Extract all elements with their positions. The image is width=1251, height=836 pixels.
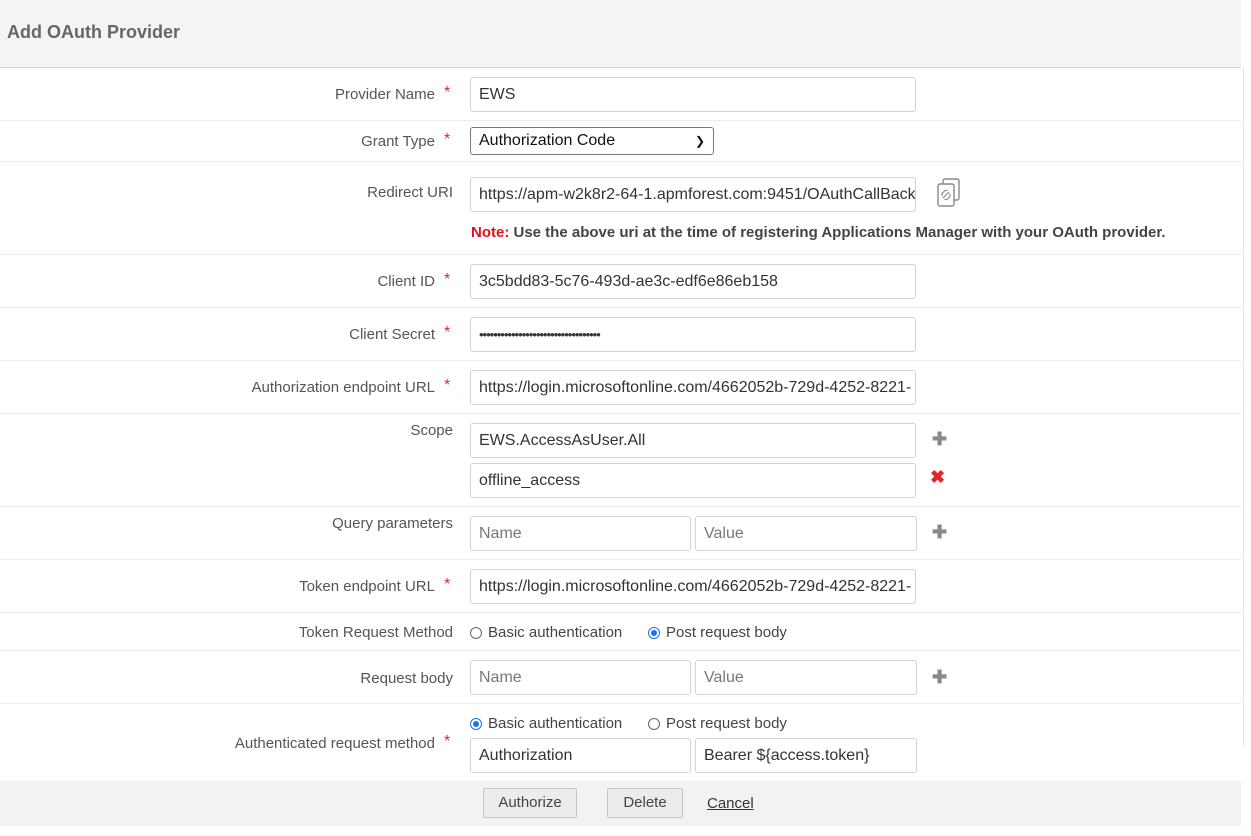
query-params-row: Query parameters Name Value ✚ <box>0 507 1241 560</box>
redirect-uri-row: Redirect URI https://apm-w2k8r2-64-1.apm… <box>0 162 1241 255</box>
client-secret-label: Client Secret <box>349 326 435 343</box>
provider-name-row: Provider Name * EWS <box>0 68 1241 121</box>
query-param-name-input[interactable]: Name <box>470 516 691 551</box>
grant-type-row: Grant Type * Authorization Code ❯ <box>0 121 1241 162</box>
client-secret-row: Client Secret * ••••••••••••••••••••••••… <box>0 308 1241 361</box>
token-endpoint-input[interactable]: https://login.microsoftonline.com/466205… <box>470 569 916 604</box>
request-body-value-input[interactable]: Value <box>695 660 917 695</box>
provider-name-label: Provider Name <box>334 86 435 103</box>
auth-endpoint-label: Authorization endpoint URL <box>251 379 435 396</box>
cancel-link[interactable]: Cancel <box>707 795 754 812</box>
option-label: Post request body <box>666 715 787 732</box>
option-label: Basic authentication <box>488 624 623 641</box>
client-id-input[interactable]: 3c5bdd83-5c76-493d-ae3c-edf6e86eb158 <box>470 264 916 299</box>
client-secret-input[interactable]: •••••••••••••••••••••••••••••••••• <box>470 317 916 352</box>
scope-input-1[interactable]: EWS.AccessAsUser.All <box>470 423 916 458</box>
request-body-row: Request body Name Value ✚ <box>0 651 1241 704</box>
request-body-label: Request body <box>360 670 453 687</box>
token-request-method-label: Token Request Method <box>298 624 453 641</box>
authorize-button[interactable]: Authorize <box>483 788 577 818</box>
token-endpoint-row: Token endpoint URL * https://login.micro… <box>0 560 1241 613</box>
header: Add OAuth Provider <box>0 0 1241 68</box>
grant-type-select[interactable]: Authorization Code ❯ <box>470 127 714 155</box>
auth-method-post-option[interactable]: Post request body <box>648 715 787 732</box>
query-param-value-input[interactable]: Value <box>695 516 917 551</box>
auth-endpoint-row: Authorization endpoint URL * https://log… <box>0 361 1241 414</box>
radio-button-selected[interactable] <box>470 718 482 730</box>
required-marker: * <box>444 576 451 593</box>
x-icon[interactable]: ✖ <box>930 467 945 488</box>
redirect-note: Note: Use the above uri at the time of r… <box>471 224 1166 241</box>
client-id-row: Client ID * 3c5bdd83-5c76-493d-ae3c-edf6… <box>0 255 1241 308</box>
scope-label: Scope <box>410 422 453 439</box>
redirect-uri-label: Redirect URI <box>367 184 453 201</box>
required-marker: * <box>444 84 451 101</box>
required-marker: * <box>444 733 451 750</box>
option-label: Post request body <box>666 624 787 641</box>
request-body-name-input[interactable]: Name <box>470 660 691 695</box>
required-marker: * <box>444 271 451 288</box>
option-label: Basic authentication <box>488 715 623 732</box>
required-marker: * <box>444 131 451 148</box>
scope-input-2[interactable]: offline_access <box>470 463 916 498</box>
auth-method-basic-option[interactable]: Basic authentication <box>470 715 622 732</box>
token-request-method-row: Token Request Method Basic authenticatio… <box>0 613 1241 651</box>
radio-button-selected[interactable] <box>648 627 660 639</box>
authenticated-request-method-label: Authenticated request method <box>234 735 435 752</box>
authenticated-request-method-row: Authenticated request method * Basic aut… <box>0 704 1241 781</box>
required-marker: * <box>444 324 451 341</box>
note-prefix: Note: <box>471 224 510 241</box>
auth-endpoint-input[interactable]: https://login.microsoftonline.com/466205… <box>470 370 916 405</box>
provider-name-input[interactable]: EWS <box>470 77 916 112</box>
page-title: Add OAuth Provider <box>7 22 181 42</box>
token-method-post-option[interactable]: Post request body <box>648 624 787 641</box>
scope-row: Scope EWS.AccessAsUser.All ✚ offline_acc… <box>0 414 1241 507</box>
scrollbar[interactable] <box>1243 67 1251 747</box>
plus-icon[interactable]: ✚ <box>932 522 947 543</box>
token-method-basic-option[interactable]: Basic authentication <box>470 624 622 641</box>
client-id-label: Client ID <box>377 273 435 290</box>
delete-button[interactable]: Delete <box>607 788 683 818</box>
plus-icon[interactable]: ✚ <box>932 667 947 688</box>
chevron-down-icon: ❯ <box>694 134 705 148</box>
auth-header-name-input[interactable]: Authorization <box>470 738 691 773</box>
plus-icon[interactable]: ✚ <box>932 429 947 450</box>
redirect-uri-input[interactable]: https://apm-w2k8r2-64-1.apmforest.com:94… <box>470 177 916 212</box>
note-text: Use the above uri at the time of registe… <box>509 224 1166 241</box>
required-marker: * <box>444 377 451 394</box>
auth-header-value-input[interactable]: Bearer ${access.token} <box>695 738 917 773</box>
radio-button[interactable] <box>648 718 660 730</box>
token-endpoint-label: Token endpoint URL <box>299 578 435 595</box>
copy-link-icon[interactable] <box>936 178 962 208</box>
grant-type-label: Grant Type <box>361 133 435 150</box>
query-params-label: Query parameters <box>332 515 453 532</box>
grant-type-value: Authorization Code <box>479 132 616 149</box>
radio-button[interactable] <box>470 627 482 639</box>
